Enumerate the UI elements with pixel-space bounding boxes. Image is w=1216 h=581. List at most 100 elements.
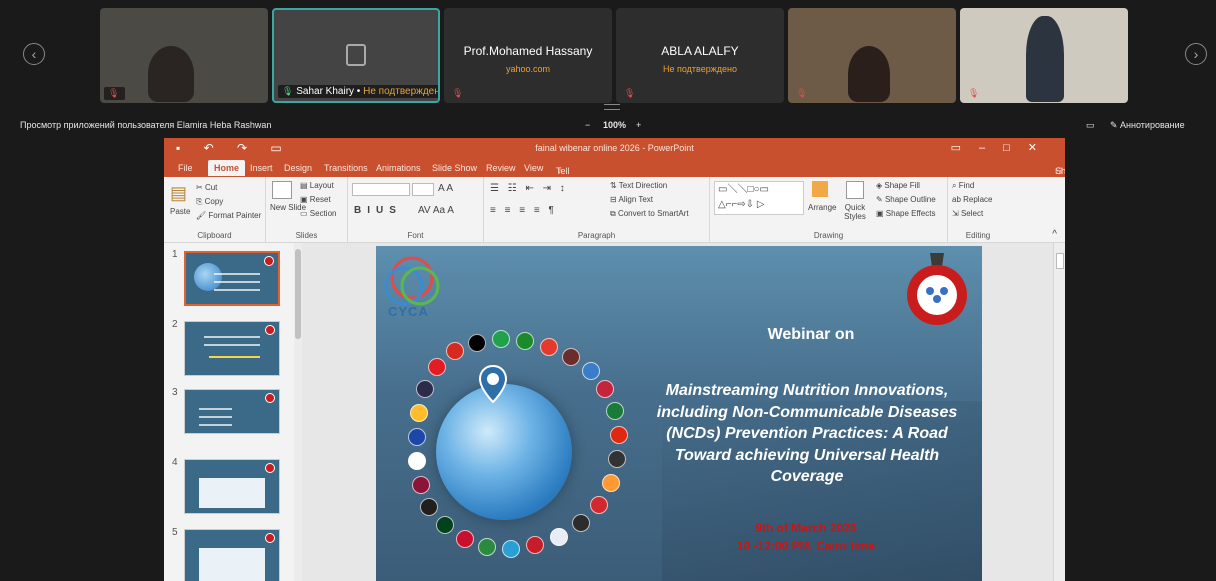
drag-handle[interactable]	[604, 104, 620, 110]
participant-video	[848, 46, 890, 102]
flag-icon	[408, 428, 426, 446]
slide-thumbnail-2[interactable]	[184, 321, 280, 376]
participant-tile-4[interactable]: ABLA ALALFY Не подтверждено 🎙	[616, 8, 784, 103]
participant-tile-2[interactable]: 🎙 Sahar Khairy • Не подтверждено 🎙	[272, 8, 440, 103]
participant-name: 🎙	[104, 87, 126, 100]
flag-icon	[446, 342, 464, 360]
flag-icon	[606, 402, 624, 420]
text-direction-button[interactable]: ⇅ Text Direction	[610, 181, 667, 190]
flag-icon	[468, 334, 486, 352]
slide-thumbnail-3[interactable]	[184, 389, 280, 434]
window-controls[interactable]: ▭–□✕	[951, 141, 1055, 154]
next-page-icon[interactable]: ›	[1185, 43, 1207, 65]
cyca-logo-text: CYCA	[388, 304, 429, 319]
font-grow-icon[interactable]: A A	[438, 183, 453, 194]
globe-icon	[436, 384, 572, 520]
group-slides: New Slide ▤ Layout ▣ Reset ▭ Section Sli…	[266, 177, 348, 243]
participant-tile-1[interactable]: 🎙	[100, 8, 268, 103]
annotate-button[interactable]: ✎ Аннотирование	[1110, 120, 1185, 131]
webinar-headline: Mainstreaming Nutrition Innovations, inc…	[656, 382, 958, 485]
thumb-text	[203, 336, 261, 338]
flag-icon	[526, 536, 544, 554]
layout-button[interactable]: ▤ Layout	[300, 181, 334, 190]
thumb-text	[213, 273, 260, 275]
slide-thumbnail-1[interactable]	[184, 251, 280, 306]
font-style-buttons[interactable]: BIUS	[354, 205, 402, 216]
webinar-label: Webinar on	[767, 326, 855, 343]
flag-icon	[608, 450, 626, 468]
slide-canvas: CYCA Webinar on Mainstreaming Nutrition …	[302, 243, 1065, 581]
tab-home[interactable]: Home	[208, 160, 246, 176]
slide-scrollbar[interactable]	[1053, 243, 1065, 581]
shape-outline-button[interactable]: ✎ Shape Outline	[876, 195, 936, 204]
scroll-knob[interactable]	[1056, 253, 1064, 269]
current-slide[interactable]: CYCA Webinar on Mainstreaming Nutrition …	[376, 246, 982, 581]
replace-button[interactable]: ab Replace	[952, 195, 992, 204]
participant-tile-5[interactable]: 🎙	[788, 8, 956, 103]
flag-icon	[420, 498, 438, 516]
flag-icon	[602, 474, 620, 492]
thumb-text	[199, 416, 232, 418]
location-pin-icon	[478, 364, 508, 404]
prev-page-icon[interactable]: ‹	[23, 43, 45, 65]
arrange-button[interactable]: Arrange	[808, 203, 836, 212]
shape-fill-button[interactable]: ◈ Shape Fill	[876, 181, 920, 190]
mic-muted-icon: 🎙	[108, 88, 120, 98]
tab-review[interactable]: Review	[486, 163, 516, 173]
participant-video	[1026, 16, 1064, 102]
list-buttons[interactable]: ☰ ☷ ⇤ ⇥ ↕	[490, 183, 568, 194]
participant-tile-6[interactable]: 🎙	[960, 8, 1128, 103]
thumb-number: 3	[172, 387, 178, 398]
thumbnail-scrollbar[interactable]	[294, 243, 302, 581]
collapse-ribbon-icon[interactable]: ^	[1052, 229, 1057, 240]
ribbon-tabs: File Home Insert Design Transitions Anim…	[164, 160, 1065, 236]
group-clipboard: ▤ Paste ✂ Cut ⎘ Copy 🖌 Format Painter Cl…	[164, 177, 266, 243]
new-slide-icon	[272, 181, 292, 199]
tab-design[interactable]: Design	[284, 163, 312, 173]
slide-thumbnail-4[interactable]	[184, 459, 280, 514]
section-button[interactable]: ▭ Section	[300, 209, 336, 218]
reset-button[interactable]: ▣ Reset	[300, 195, 331, 204]
clipboard-label: Clipboard	[197, 231, 232, 240]
copy-button[interactable]: ⎘ Copy	[196, 197, 223, 207]
group-editing: ⌕ Find ab Replace ⇲ Select Editing	[948, 177, 1008, 243]
tab-view[interactable]: View	[524, 163, 543, 173]
quick-styles-icon	[846, 181, 864, 199]
cut-button[interactable]: ✂ Cut	[196, 183, 217, 192]
mic-status: 🎙	[448, 87, 469, 100]
tab-transitions[interactable]: Transitions	[324, 163, 368, 173]
scroll-knob[interactable]	[295, 249, 301, 339]
font-name-select[interactable]	[352, 183, 410, 196]
font-color-icon[interactable]: AV Aa A	[418, 205, 454, 216]
shapes-gallery[interactable]: ▭＼＼□○▭ △⌐⌐⇨⇩ ▷	[714, 181, 804, 215]
tab-insert[interactable]: Insert	[250, 163, 273, 173]
align-text-button[interactable]: ⊟ Align Text	[610, 195, 653, 204]
convert-smartart-button[interactable]: ⧉ Convert to SmartArt	[610, 209, 689, 219]
paragraph-label: Paragraph	[577, 231, 616, 240]
quick-styles-button[interactable]: Quick Styles	[840, 203, 870, 221]
select-button[interactable]: ⇲ Select	[952, 209, 983, 218]
align-buttons[interactable]: ≡ ≡ ≡ ≡ ¶	[490, 205, 557, 216]
font-size-select[interactable]	[412, 183, 434, 196]
slide-thumbnail-5[interactable]	[184, 529, 280, 581]
shape-effects-button[interactable]: ▣ Shape Effects	[876, 209, 935, 218]
zoom-out-button[interactable]: −	[585, 120, 590, 130]
thumb-number: 4	[172, 457, 178, 468]
find-button[interactable]: ⌕ Find	[952, 181, 974, 191]
chat-icon[interactable]: ▭	[1086, 120, 1095, 131]
flag-icon	[428, 358, 446, 376]
format-painter-button[interactable]: 🖌 Format Painter	[196, 211, 261, 220]
zoom-in-button[interactable]: +	[636, 120, 641, 130]
participant-tile-3[interactable]: Prof.Mohamed Hassany yahoo.com 🎙	[444, 8, 612, 103]
mic-status: 🎙	[964, 87, 985, 100]
slide-thumbnails: 1 2 3 4 5	[164, 243, 302, 581]
flag-icon	[436, 516, 454, 534]
mic-muted-icon: 🎙	[452, 88, 464, 98]
participant-sub: yahoo.com	[505, 64, 551, 74]
paste-button[interactable]: Paste	[170, 207, 190, 216]
tab-animations[interactable]: Animations	[376, 163, 421, 173]
thumb-text	[213, 281, 260, 283]
tab-file[interactable]: File	[178, 163, 193, 173]
tab-slide-show[interactable]: Slide Show	[432, 163, 477, 173]
flag-icon	[550, 528, 568, 546]
